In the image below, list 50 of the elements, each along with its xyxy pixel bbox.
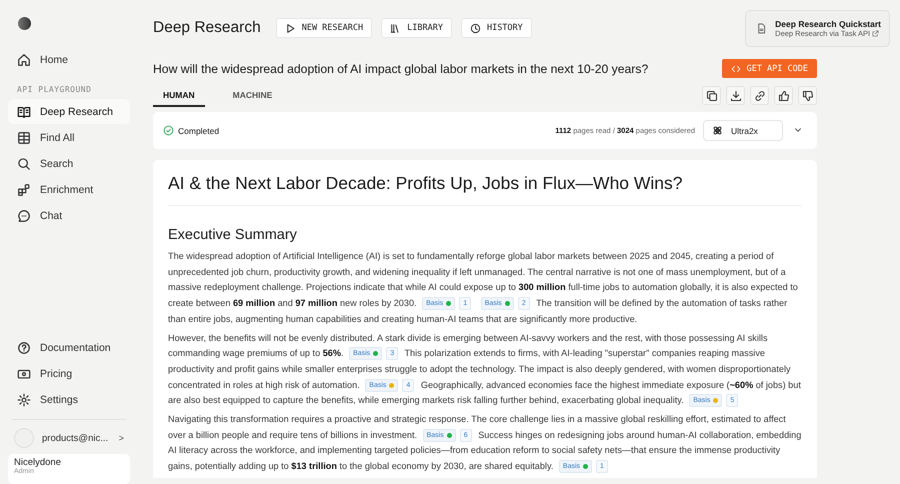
processor-select[interactable]: Ultra2x	[703, 120, 783, 141]
table-icon	[17, 130, 31, 144]
page-title: Deep Research	[153, 19, 261, 37]
sidebar-item[interactable]: Documentation	[8, 335, 130, 360]
action-button[interactable]	[726, 86, 745, 105]
header-button[interactable]: NEW RESEARCH	[276, 18, 372, 38]
sidebar-item[interactable]: Home	[8, 47, 130, 72]
sidebar-item[interactable]: Find All	[8, 125, 130, 150]
report-title: AI & the Next Labor Decade: Profits Up, Jobs in Flux—Who Wins?	[168, 173, 802, 206]
open-book-icon	[17, 104, 31, 118]
help-icon	[17, 340, 31, 354]
chevron-icon[interactable]: >	[118, 433, 124, 443]
atom-icon	[712, 125, 723, 136]
header-button[interactable]: LIBRARY	[381, 18, 452, 38]
play-icon	[284, 22, 296, 34]
copy-icon	[706, 90, 718, 102]
sidebar-item[interactable]: Search	[8, 151, 130, 176]
download-icon	[730, 90, 742, 102]
thumbs-down-icon	[802, 90, 814, 102]
action-button[interactable]	[750, 86, 769, 105]
thumbs-up-icon	[778, 90, 790, 102]
search-icon	[17, 156, 31, 170]
code-icon	[730, 64, 741, 74]
external-link-icon	[872, 30, 880, 37]
logo-icon	[18, 17, 31, 30]
action-button[interactable]	[798, 86, 817, 105]
library-icon	[390, 22, 402, 34]
sidebar-item[interactable]: Settings	[8, 387, 130, 412]
home-icon	[17, 52, 31, 66]
action-button[interactable]	[774, 86, 793, 105]
link-icon	[754, 90, 766, 102]
account-email[interactable]: products@nic...	[42, 432, 111, 444]
action-button[interactable]	[702, 86, 721, 105]
section-label: API PLAYGROUND	[17, 85, 92, 94]
tab[interactable]: HUMAN	[153, 84, 205, 107]
status-label: Completed	[178, 126, 220, 136]
header-button[interactable]: HISTORY	[460, 18, 532, 38]
document-icon	[756, 23, 768, 34]
sidebar-item[interactable]: Deep Research	[8, 99, 130, 124]
tab[interactable]: MACHINE	[222, 84, 282, 107]
section-heading: Executive Summary	[168, 227, 298, 243]
research-question: How will the widespread adoption of AI impact global labor markets in the next 10-20 years?	[153, 62, 648, 76]
clock-icon	[470, 22, 481, 34]
blocks-icon	[17, 182, 31, 196]
chat-bubble-icon	[17, 208, 31, 222]
sidebar-item[interactable]: Enrichment	[8, 177, 130, 202]
sidebar-item[interactable]: Pricing	[8, 361, 130, 386]
sidebar-item[interactable]: Chat	[8, 203, 130, 228]
quickstart-title: Deep Research Quickstart	[775, 19, 881, 29]
check-circle-icon	[163, 125, 174, 136]
